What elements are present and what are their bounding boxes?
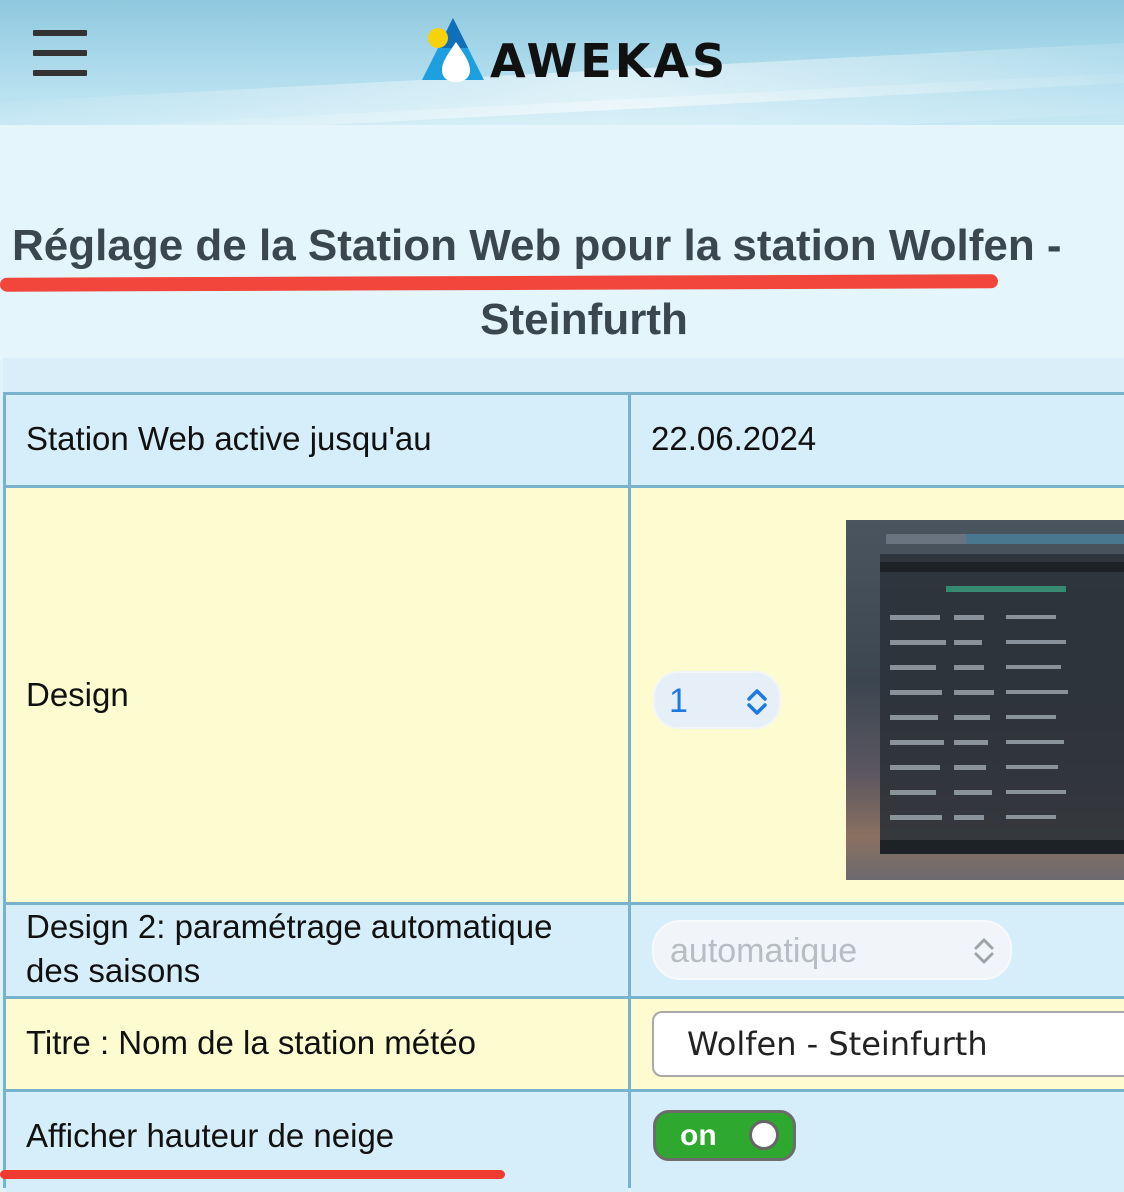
page-title-continued: Steinfurth — [480, 295, 688, 344]
hamburger-menu-icon[interactable] — [33, 30, 87, 78]
design2-select-value: automatique — [670, 932, 858, 970]
chevron-updown-icon — [747, 689, 767, 715]
design-select[interactable]: 1 — [653, 671, 781, 729]
active-until-value: 22.06.2024 — [651, 420, 817, 457]
design-preview-graphic — [880, 534, 1124, 854]
design2-label-line1: Design 2: paramétrage automatique — [26, 908, 553, 945]
logo-text: AWEKAS — [490, 34, 729, 88]
active-until-label: Station Web active jusqu'au — [26, 420, 432, 457]
toggle-on-label: on — [680, 1119, 717, 1152]
page-title: Réglage de la Station Web pour la statio… — [12, 221, 1062, 270]
toggle-knob — [749, 1120, 779, 1150]
snow-height-label: Afficher hauteur de neige — [26, 1117, 395, 1154]
design2-label-line2: des saisons — [26, 952, 201, 989]
chevron-updown-icon — [974, 938, 994, 964]
settings-table: Station Web active jusqu'au 22.06.2024 D… — [3, 358, 1124, 1192]
title-field-label: Titre : Nom de la station météo — [26, 1024, 476, 1061]
station-title-input[interactable] — [652, 1011, 1124, 1077]
awekas-drop-icon — [422, 18, 484, 82]
site-header: AWEKAS — [0, 0, 1124, 125]
table-row: Station Web active jusqu'au 22.06.2024 — [3, 395, 1124, 485]
design2-season-select[interactable]: automatique — [652, 920, 1012, 980]
red-highlight-stroke — [0, 1170, 505, 1179]
design-preview-image — [846, 520, 1124, 880]
design-label: Design — [26, 676, 129, 713]
awekas-logo[interactable]: AWEKAS — [418, 14, 758, 86]
table-header-strip — [3, 358, 1124, 392]
snow-height-toggle[interactable]: on — [653, 1110, 796, 1161]
design-select-value: 1 — [669, 682, 688, 720]
